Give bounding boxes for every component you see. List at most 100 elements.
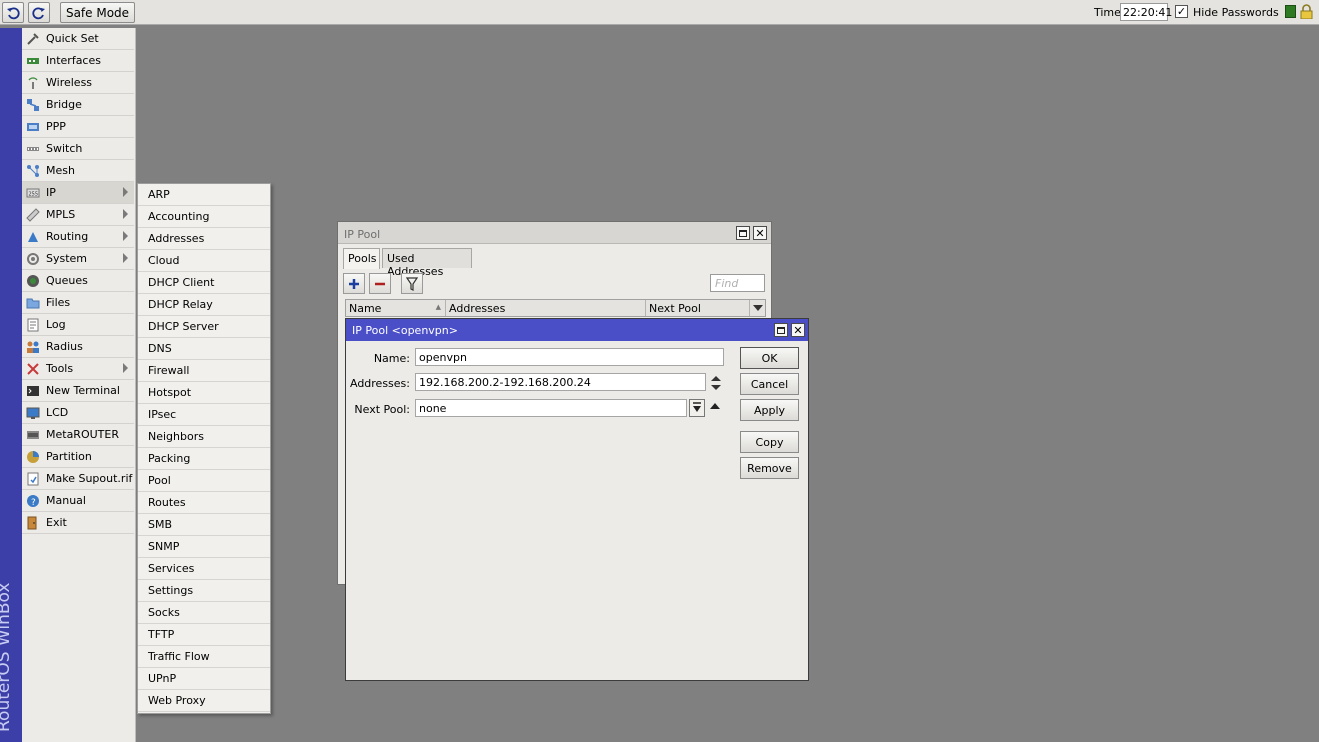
menu-item-bridge[interactable]: Bridge: [22, 94, 134, 116]
quick-set-icon: [25, 31, 41, 47]
submenu-item-smb[interactable]: SMB: [138, 514, 270, 536]
submenu-item-packing[interactable]: Packing: [138, 448, 270, 470]
close-button[interactable]: ✕: [753, 226, 767, 240]
submenu-item-tftp[interactable]: TFTP: [138, 624, 270, 646]
manual-icon: ?: [25, 493, 41, 509]
ip-pool-edit-dialog: IP Pool <openvpn> ✕ Name: openvpn Addres…: [345, 318, 809, 681]
submenu-item-socks[interactable]: Socks: [138, 602, 270, 624]
column-header-addresses[interactable]: Addresses: [446, 300, 646, 316]
tab-used-addresses[interactable]: Used Addresses: [382, 248, 472, 278]
redo-button[interactable]: [28, 2, 50, 23]
submenu-item-ipsec[interactable]: IPsec: [138, 404, 270, 426]
up-down-icon[interactable]: [710, 375, 722, 391]
ip-pool-titlebar[interactable]: IP Pool ✕: [338, 222, 771, 244]
submenu-item-traffic-flow[interactable]: Traffic Flow: [138, 646, 270, 668]
next-pool-label: Next Pool:: [354, 403, 410, 416]
submenu-item-cloud[interactable]: Cloud: [138, 250, 270, 272]
hide-passwords-checkbox[interactable]: ✓: [1175, 5, 1188, 18]
menu-item-partition[interactable]: Partition: [22, 446, 134, 468]
menu-item-wireless[interactable]: Wireless: [22, 72, 134, 94]
menu-item-interfaces[interactable]: Interfaces: [22, 50, 134, 72]
switch-icon: [25, 141, 41, 157]
submenu-item-dns[interactable]: DNS: [138, 338, 270, 360]
find-input[interactable]: Find: [710, 274, 765, 292]
menu-item-mpls[interactable]: MPLS: [22, 204, 134, 226]
menu-item-ppp[interactable]: PPP: [22, 116, 134, 138]
close-button[interactable]: ✕: [791, 323, 805, 337]
chevron-up-icon[interactable]: [710, 403, 720, 409]
column-header-name[interactable]: Name ▲: [346, 300, 446, 316]
menu-item-make-supout[interactable]: Make Supout.rif: [22, 468, 134, 490]
menu-item-lcd[interactable]: LCD: [22, 402, 134, 424]
column-header-next-pool[interactable]: Next Pool: [646, 300, 750, 316]
lock-icon: [1300, 4, 1313, 19]
menu-item-exit[interactable]: Exit: [22, 512, 134, 534]
submenu-item-upnp[interactable]: UPnP: [138, 668, 270, 690]
submenu-item-accounting[interactable]: Accounting: [138, 206, 270, 228]
submenu-item-routes[interactable]: Routes: [138, 492, 270, 514]
svg-text:?: ?: [31, 498, 36, 508]
submenu-item-dhcp-relay[interactable]: DHCP Relay: [138, 294, 270, 316]
submenu-item-web-proxy[interactable]: Web Proxy: [138, 690, 270, 712]
undo-button[interactable]: [2, 2, 24, 23]
submenu-item-firewall[interactable]: Firewall: [138, 360, 270, 382]
submenu-item-services[interactable]: Services: [138, 558, 270, 580]
remove-button[interactable]: [369, 273, 391, 294]
exit-icon: [25, 515, 41, 531]
tab-pools[interactable]: Pools: [343, 248, 380, 269]
menu-item-radius[interactable]: Radius: [22, 336, 134, 358]
addresses-field[interactable]: 192.168.200.2-192.168.200.24: [415, 373, 706, 391]
chevron-right-icon: [123, 209, 128, 219]
chevron-right-icon: [123, 363, 128, 373]
menu-item-log[interactable]: Log: [22, 314, 134, 336]
edit-dialog-titlebar[interactable]: IP Pool <openvpn> ✕: [346, 319, 808, 341]
next-pool-dropdown-button[interactable]: [689, 399, 705, 417]
chevron-right-icon: [123, 231, 128, 241]
menu-item-metarouter[interactable]: MetaROUTER: [22, 424, 134, 446]
edit-dialog-title: IP Pool <openvpn>: [352, 324, 458, 337]
cancel-button[interactable]: Cancel: [740, 373, 799, 395]
name-label: Name:: [373, 352, 410, 365]
submenu-item-arp[interactable]: ARP: [138, 184, 270, 206]
maximize-button[interactable]: [774, 323, 788, 337]
submenu-item-settings[interactable]: Settings: [138, 580, 270, 602]
log-icon: [25, 317, 41, 333]
submenu-item-addresses[interactable]: Addresses: [138, 228, 270, 250]
menu-item-mesh[interactable]: Mesh: [22, 160, 134, 182]
next-pool-select[interactable]: none: [415, 399, 687, 417]
interfaces-icon: [25, 53, 41, 69]
menu-item-quick-set[interactable]: Quick Set: [22, 28, 134, 50]
menu-item-new-terminal[interactable]: New Terminal: [22, 380, 134, 402]
menu-item-files[interactable]: Files: [22, 292, 134, 314]
remove-button[interactable]: Remove: [740, 457, 799, 479]
submenu-item-hotspot[interactable]: Hotspot: [138, 382, 270, 404]
copy-button[interactable]: Copy: [740, 431, 799, 453]
menu-item-queues[interactable]: Queues: [22, 270, 134, 292]
terminal-icon: [25, 383, 41, 399]
menu-item-routing[interactable]: Routing: [22, 226, 134, 248]
maximize-button[interactable]: [736, 226, 750, 240]
top-toolbar: Safe Mode Time 22:20:41 ✓ Hide Passwords: [0, 0, 1319, 25]
filter-button[interactable]: [401, 273, 423, 294]
tools-icon: [25, 361, 41, 377]
menu-item-switch[interactable]: Switch: [22, 138, 134, 160]
submenu-item-dhcp-server[interactable]: DHCP Server: [138, 316, 270, 338]
menu-item-tools[interactable]: Tools: [22, 358, 134, 380]
minus-icon: [375, 282, 385, 285]
submenu-item-pool[interactable]: Pool: [138, 470, 270, 492]
submenu-item-snmp[interactable]: SNMP: [138, 536, 270, 558]
apply-button[interactable]: Apply: [740, 399, 799, 421]
sort-icon: ▲: [435, 303, 441, 311]
menu-item-system[interactable]: System: [22, 248, 134, 270]
add-button[interactable]: [343, 273, 365, 294]
menu-item-ip[interactable]: 255 IP: [22, 182, 134, 204]
maximize-icon: [777, 326, 785, 334]
menu-item-manual[interactable]: ? Manual: [22, 490, 134, 512]
name-field[interactable]: openvpn: [415, 348, 724, 366]
ok-button[interactable]: OK: [740, 347, 799, 369]
column-menu-button[interactable]: [750, 300, 765, 316]
ip-pool-title: IP Pool: [344, 228, 381, 241]
safe-mode-button[interactable]: Safe Mode: [60, 2, 135, 23]
submenu-item-dhcp-client[interactable]: DHCP Client: [138, 272, 270, 294]
submenu-item-neighbors[interactable]: Neighbors: [138, 426, 270, 448]
